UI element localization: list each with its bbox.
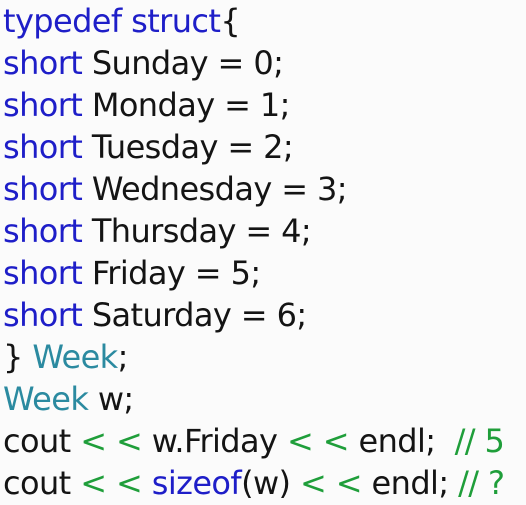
code-line: short Wednesday = 3;: [3, 168, 526, 210]
punctuation-token: ;: [117, 338, 129, 376]
identifier-token: w;: [88, 380, 134, 418]
code-line: cout < < sizeof(w) < < endl; // ?: [3, 462, 526, 504]
identifier-token: [142, 464, 152, 502]
punctuation-token: }: [3, 338, 33, 376]
keyword-token: short: [3, 296, 83, 334]
code-line: short Friday = 5;: [3, 252, 526, 294]
punctuation-token: {: [220, 2, 241, 40]
function-token: sizeof: [151, 464, 242, 502]
type-token: Week: [3, 380, 89, 418]
identifier-token: Thursday = 4;: [82, 212, 312, 250]
code-line: typedef struct{: [3, 0, 526, 42]
identifier-token: Tuesday = 2;: [82, 128, 294, 166]
identifier-token: Monday = 1;: [82, 86, 291, 124]
keyword-token: short: [3, 44, 83, 82]
identifier-token: endl;: [348, 422, 455, 460]
identifier-token: endl;: [361, 464, 459, 502]
type-token: Week: [32, 338, 118, 376]
identifier-token: Wednesday = 3;: [82, 170, 348, 208]
keyword-token: short: [3, 128, 83, 166]
code-line: } Week;: [3, 336, 526, 378]
identifier-token: w.Friday: [142, 422, 287, 460]
comment-token: // 5: [454, 422, 505, 460]
keyword-token: short: [3, 170, 83, 208]
code-line: short Sunday = 0;: [3, 42, 526, 84]
operator-token: < <: [80, 422, 143, 460]
code-line: short Thursday = 4;: [3, 210, 526, 252]
operator-token: < <: [299, 464, 363, 502]
code-block: typedef struct{short Sunday = 0; short Mo…: [3, 0, 526, 504]
identifier-token: cout: [3, 464, 81, 502]
code-line: cout < < w.Friday < < endl; // 5: [3, 420, 526, 462]
code-line: short Saturday = 6;: [3, 294, 526, 336]
keyword-token: short: [3, 212, 83, 250]
operator-token: < <: [80, 464, 143, 502]
identifier-token: (w): [241, 464, 300, 502]
code-line: Week w;: [3, 378, 526, 420]
code-line: short Tuesday = 2;: [3, 126, 526, 168]
identifier-token: cout: [3, 422, 81, 460]
comment-token: // ?: [458, 464, 505, 502]
identifier-token: Friday = 5;: [82, 254, 261, 292]
identifier-token: Saturday = 6;: [82, 296, 307, 334]
operator-token: < <: [286, 422, 350, 460]
code-line: short Monday = 1;: [3, 84, 526, 126]
identifier-token: Sunday = 0;: [82, 44, 284, 82]
keyword-token: short: [3, 254, 83, 292]
keyword-token: short: [3, 86, 83, 124]
keyword-token: typedef struct: [3, 2, 221, 40]
